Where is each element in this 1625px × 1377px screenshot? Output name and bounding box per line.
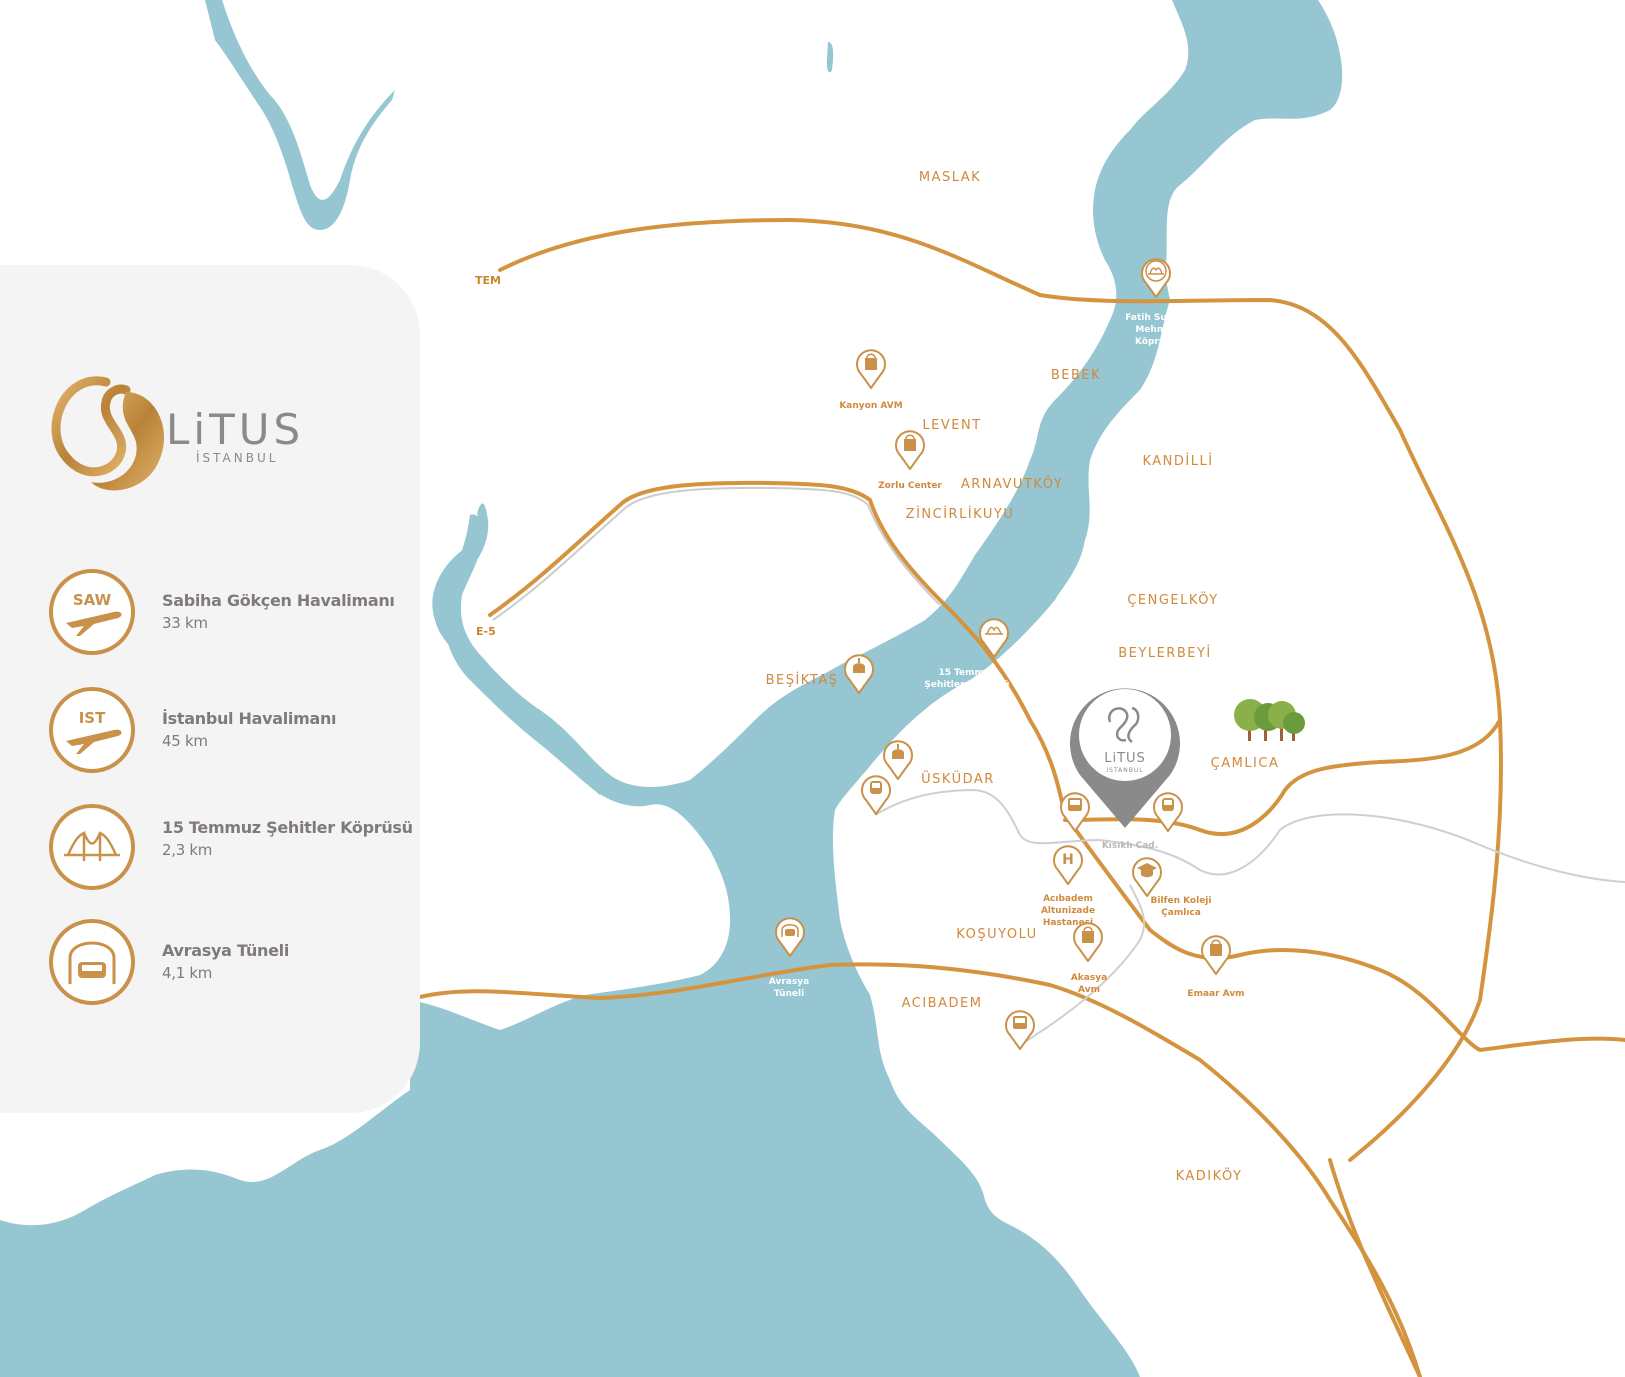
graduation-cap-icon[interactable] [1132, 855, 1162, 897]
pond-water [826, 42, 834, 73]
feature-distance: 4,1 km [162, 964, 213, 982]
svg-text:LiTUS: LiTUS [166, 405, 304, 454]
svg-text:İSTANBUL: İSTANBUL [196, 450, 278, 465]
district-label: LEVENT [922, 418, 982, 433]
shopping-bag-icon[interactable] [1201, 933, 1231, 975]
district-label: BEBEK [1050, 368, 1102, 383]
car-tunnel-icon[interactable] [775, 915, 805, 957]
district-label: ZİNCİRLİKUYU [905, 507, 1015, 522]
district-label: KANDİLLİ [1142, 454, 1214, 469]
feature-title: Sabiha Gökçen Havalimanı 33 km [162, 590, 422, 634]
district-label: KOŞUYOLU [956, 927, 1038, 942]
poi-label: Zorlu Center [878, 481, 942, 491]
shopping-bag-icon[interactable] [1073, 920, 1103, 962]
poi-label: Akasya Avm [1070, 973, 1108, 995]
feature-tunnel: Avrasya Tüneli 4,1 km [48, 918, 428, 1008]
reservoir-water [205, 0, 395, 230]
poi-label: Avrasya Tüneli [768, 977, 810, 999]
feature-distance: 33 km [162, 614, 208, 632]
feature-distance: 45 km [162, 732, 208, 750]
bridge-icon [49, 804, 135, 890]
district-label: ACIBADEM [901, 996, 983, 1011]
svg-text:İSTANBUL: İSTANBUL [1106, 767, 1143, 774]
car-tunnel-icon [49, 919, 135, 1005]
shopping-bag-icon[interactable] [895, 428, 925, 470]
road-label-tem: TEM [475, 274, 501, 287]
hospital-icon[interactable]: H [1053, 843, 1083, 885]
poi-label: Fatih Sultan Mehmet Köprüsü [1125, 313, 1187, 347]
feature-saw: SAW Sabiha Gökçen Havalimanı 33 km [48, 568, 428, 658]
mosque-icon[interactable] [844, 652, 874, 694]
svg-text:H: H [1062, 852, 1074, 868]
feature-title: Avrasya Tüneli 4,1 km [162, 940, 422, 984]
airplane-icon: SAW [49, 569, 135, 655]
road-label-e5: E-5 [476, 625, 496, 638]
poi-label: Emaar Avm [1187, 989, 1245, 999]
feature-ist: IST İstanbul Havalimanı 45 km [48, 686, 428, 776]
district-label: ÜSKÜDAR [921, 772, 995, 787]
bridge-icon[interactable] [1141, 256, 1171, 298]
airplane-icon: IST [49, 687, 135, 773]
poi-label: Bilfen Koleji Çamlıca [1150, 896, 1212, 918]
svg-text:SAW: SAW [73, 591, 112, 609]
feature-distance: 2,3 km [162, 841, 213, 859]
bus-icon[interactable] [1005, 1008, 1035, 1050]
location-pin-icon[interactable]: LiTUS İSTANBUL [1068, 680, 1182, 832]
street-label: Kısıklı Cad. [1101, 841, 1159, 851]
shopping-bag-icon[interactable] [856, 347, 886, 389]
district-label: ARNAVUTKÖY [960, 477, 1064, 492]
svg-text:LiTUS: LiTUS [1104, 751, 1146, 766]
trees-icon [1234, 699, 1305, 741]
feature-title: 15 Temmuz Şehitler Köprüsü 2,3 km [162, 817, 422, 861]
train-icon[interactable] [861, 773, 891, 815]
poi-label: Kanyon AVM [839, 401, 903, 411]
litus-logo: LiTUS İSTANBUL [51, 376, 304, 491]
bridge-icon[interactable] [979, 616, 1009, 658]
svg-text:IST: IST [79, 709, 106, 727]
district-label: MASLAK [918, 170, 982, 185]
metro-line [874, 788, 1625, 883]
district-label: BEŞİKTAŞ [765, 673, 839, 688]
district-label: KADIKÖY [1175, 1169, 1243, 1184]
district-label: ÇENGELKÖY [1127, 593, 1219, 608]
district-label: BEYLERBEYİ [1118, 646, 1212, 661]
district-label: ÇAMLICA [1210, 756, 1280, 771]
feature-bridge: 15 Temmuz Şehitler Köprüsü 2,3 km [48, 803, 428, 893]
poi-label: 15 Temmuz Şehitler Köprüsü [924, 668, 1010, 690]
feature-title: İstanbul Havalimanı 45 km [162, 708, 422, 752]
